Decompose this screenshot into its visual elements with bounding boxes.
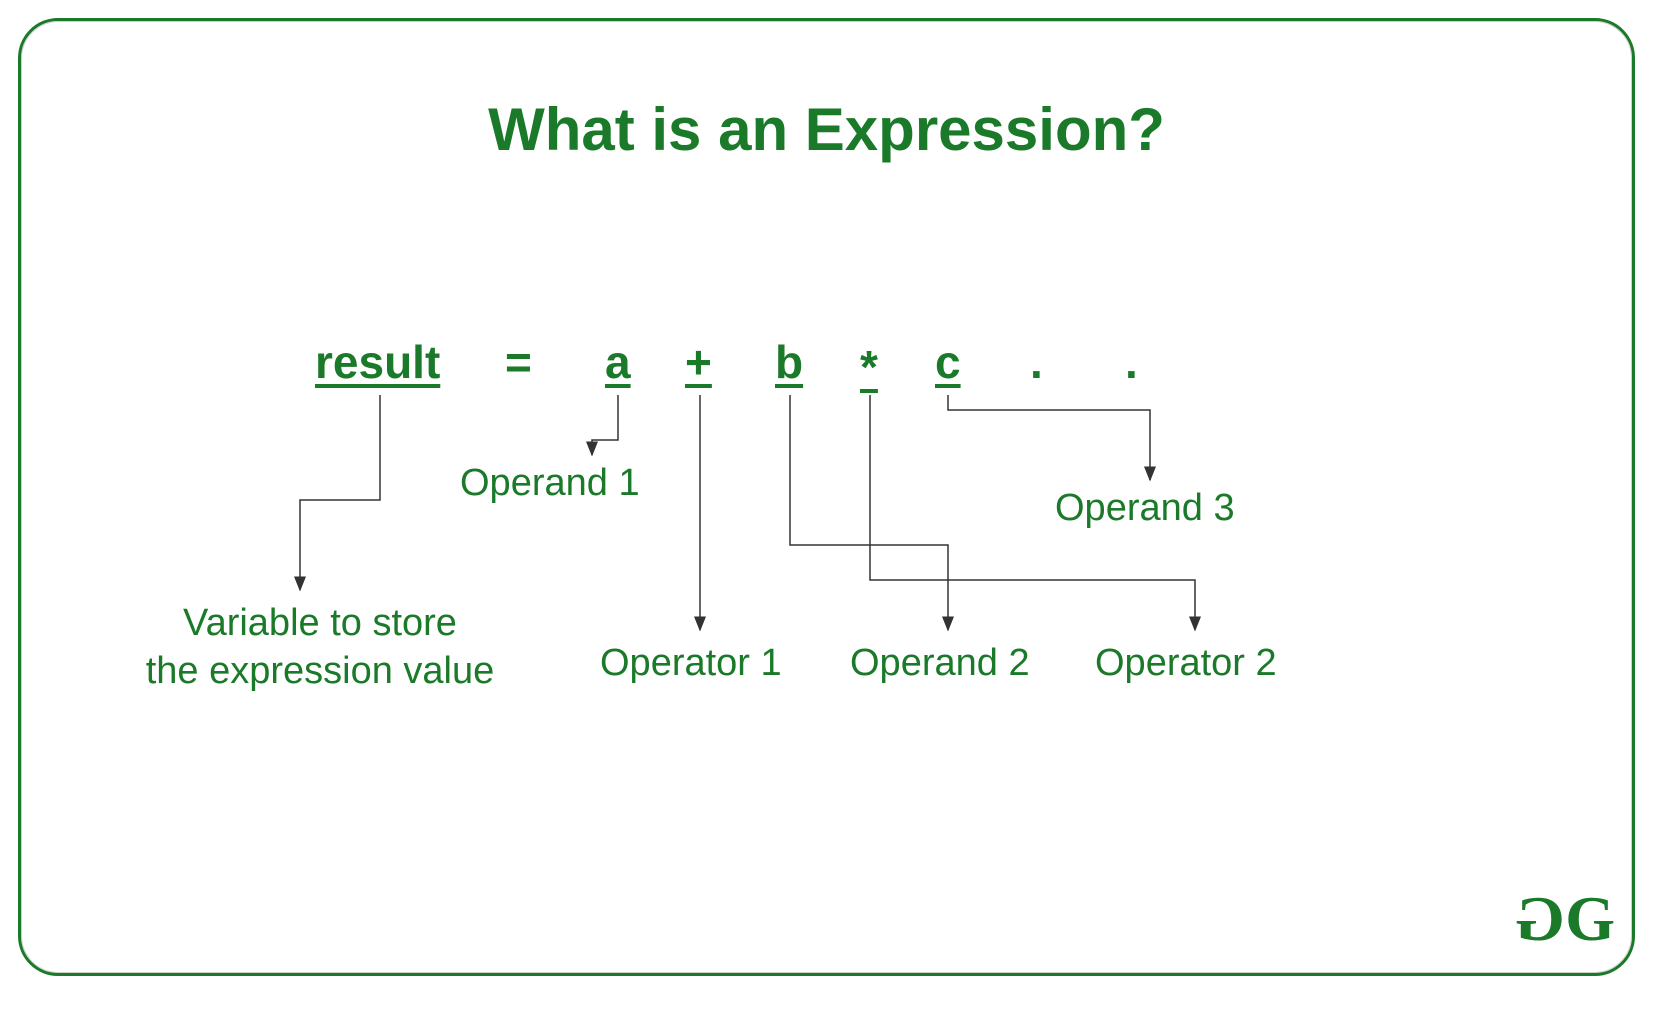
label-operator2: Operator 2 bbox=[1095, 640, 1277, 688]
token-equals: = bbox=[505, 335, 532, 389]
logo: GG bbox=[1527, 882, 1603, 956]
label-operand2: Operand 2 bbox=[850, 640, 1030, 688]
diagram-title: What is an Expression? bbox=[0, 95, 1653, 164]
token-c: c bbox=[935, 335, 961, 389]
label-variable: Variable to store the expression value bbox=[100, 600, 540, 695]
label-variable-line1: Variable to store bbox=[183, 602, 457, 644]
label-operand1: Operand 1 bbox=[460, 460, 640, 508]
token-plus: + bbox=[685, 335, 712, 389]
token-result: result bbox=[315, 335, 440, 389]
token-dot1: . bbox=[1030, 335, 1043, 389]
token-dot2: . bbox=[1125, 335, 1138, 389]
label-variable-line2: the expression value bbox=[146, 650, 495, 692]
label-operator1: Operator 1 bbox=[600, 640, 782, 688]
token-b: b bbox=[775, 335, 803, 389]
label-operand3: Operand 3 bbox=[1055, 485, 1235, 533]
token-star: * bbox=[860, 340, 878, 394]
token-a: a bbox=[605, 335, 631, 389]
